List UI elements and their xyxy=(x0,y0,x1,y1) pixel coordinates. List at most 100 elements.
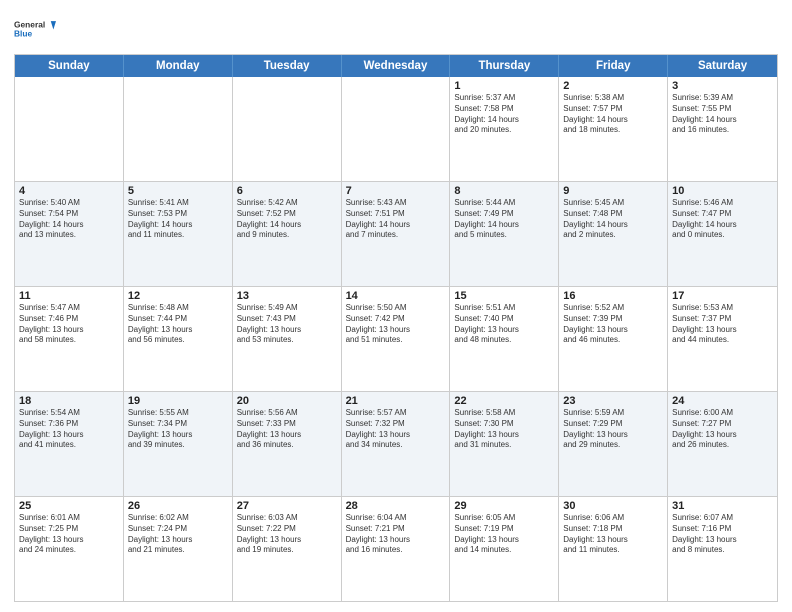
day-info: Sunrise: 6:01 AM Sunset: 7:25 PM Dayligh… xyxy=(19,513,119,556)
header-day-sunday: Sunday xyxy=(15,55,124,77)
header-day-saturday: Saturday xyxy=(668,55,777,77)
day-number: 10 xyxy=(672,185,773,197)
day-info: Sunrise: 6:06 AM Sunset: 7:18 PM Dayligh… xyxy=(563,513,663,556)
day-cell-w1-d6: 10Sunrise: 5:46 AM Sunset: 7:47 PM Dayli… xyxy=(668,182,777,286)
day-number: 7 xyxy=(346,185,446,197)
calendar-header: SundayMondayTuesdayWednesdayThursdayFrid… xyxy=(15,55,777,77)
day-cell-w0-d6: 3Sunrise: 5:39 AM Sunset: 7:55 PM Daylig… xyxy=(668,77,777,181)
day-cell-w2-d5: 16Sunrise: 5:52 AM Sunset: 7:39 PM Dayli… xyxy=(559,287,668,391)
day-number: 1 xyxy=(454,80,554,92)
day-number: 27 xyxy=(237,500,337,512)
day-info: Sunrise: 6:00 AM Sunset: 7:27 PM Dayligh… xyxy=(672,408,773,451)
day-number: 30 xyxy=(563,500,663,512)
day-info: Sunrise: 5:39 AM Sunset: 7:55 PM Dayligh… xyxy=(672,93,773,136)
day-info: Sunrise: 6:07 AM Sunset: 7:16 PM Dayligh… xyxy=(672,513,773,556)
day-cell-w2-d0: 11Sunrise: 5:47 AM Sunset: 7:46 PM Dayli… xyxy=(15,287,124,391)
day-number: 4 xyxy=(19,185,119,197)
day-info: Sunrise: 5:44 AM Sunset: 7:49 PM Dayligh… xyxy=(454,198,554,241)
day-info: Sunrise: 5:43 AM Sunset: 7:51 PM Dayligh… xyxy=(346,198,446,241)
day-number: 8 xyxy=(454,185,554,197)
day-info: Sunrise: 5:37 AM Sunset: 7:58 PM Dayligh… xyxy=(454,93,554,136)
day-cell-w1-d4: 8Sunrise: 5:44 AM Sunset: 7:49 PM Daylig… xyxy=(450,182,559,286)
logo: General Blue xyxy=(14,10,56,48)
day-info: Sunrise: 5:51 AM Sunset: 7:40 PM Dayligh… xyxy=(454,303,554,346)
logo-svg: General Blue xyxy=(14,10,56,48)
day-number: 18 xyxy=(19,395,119,407)
day-number: 21 xyxy=(346,395,446,407)
day-cell-w4-d4: 29Sunrise: 6:05 AM Sunset: 7:19 PM Dayli… xyxy=(450,497,559,601)
day-cell-w4-d6: 31Sunrise: 6:07 AM Sunset: 7:16 PM Dayli… xyxy=(668,497,777,601)
day-number: 31 xyxy=(672,500,773,512)
day-number: 13 xyxy=(237,290,337,302)
day-number: 17 xyxy=(672,290,773,302)
day-number: 20 xyxy=(237,395,337,407)
day-number: 23 xyxy=(563,395,663,407)
day-cell-w0-d0 xyxy=(15,77,124,181)
day-cell-w1-d3: 7Sunrise: 5:43 AM Sunset: 7:51 PM Daylig… xyxy=(342,182,451,286)
day-number: 26 xyxy=(128,500,228,512)
week-2: 4Sunrise: 5:40 AM Sunset: 7:54 PM Daylig… xyxy=(15,182,777,287)
day-info: Sunrise: 5:42 AM Sunset: 7:52 PM Dayligh… xyxy=(237,198,337,241)
day-cell-w3-d3: 21Sunrise: 5:57 AM Sunset: 7:32 PM Dayli… xyxy=(342,392,451,496)
day-number: 28 xyxy=(346,500,446,512)
day-info: Sunrise: 5:58 AM Sunset: 7:30 PM Dayligh… xyxy=(454,408,554,451)
day-info: Sunrise: 5:56 AM Sunset: 7:33 PM Dayligh… xyxy=(237,408,337,451)
day-cell-w1-d5: 9Sunrise: 5:45 AM Sunset: 7:48 PM Daylig… xyxy=(559,182,668,286)
day-cell-w0-d4: 1Sunrise: 5:37 AM Sunset: 7:58 PM Daylig… xyxy=(450,77,559,181)
day-number: 29 xyxy=(454,500,554,512)
week-3: 11Sunrise: 5:47 AM Sunset: 7:46 PM Dayli… xyxy=(15,287,777,392)
day-cell-w1-d1: 5Sunrise: 5:41 AM Sunset: 7:53 PM Daylig… xyxy=(124,182,233,286)
day-info: Sunrise: 5:40 AM Sunset: 7:54 PM Dayligh… xyxy=(19,198,119,241)
day-cell-w2-d6: 17Sunrise: 5:53 AM Sunset: 7:37 PM Dayli… xyxy=(668,287,777,391)
day-cell-w4-d5: 30Sunrise: 6:06 AM Sunset: 7:18 PM Dayli… xyxy=(559,497,668,601)
day-info: Sunrise: 5:53 AM Sunset: 7:37 PM Dayligh… xyxy=(672,303,773,346)
week-4: 18Sunrise: 5:54 AM Sunset: 7:36 PM Dayli… xyxy=(15,392,777,497)
day-info: Sunrise: 5:54 AM Sunset: 7:36 PM Dayligh… xyxy=(19,408,119,451)
day-cell-w3-d6: 24Sunrise: 6:00 AM Sunset: 7:27 PM Dayli… xyxy=(668,392,777,496)
day-cell-w0-d1 xyxy=(124,77,233,181)
day-number: 5 xyxy=(128,185,228,197)
header-day-wednesday: Wednesday xyxy=(342,55,451,77)
day-cell-w0-d5: 2Sunrise: 5:38 AM Sunset: 7:57 PM Daylig… xyxy=(559,77,668,181)
header-day-tuesday: Tuesday xyxy=(233,55,342,77)
day-cell-w3-d4: 22Sunrise: 5:58 AM Sunset: 7:30 PM Dayli… xyxy=(450,392,559,496)
day-info: Sunrise: 5:55 AM Sunset: 7:34 PM Dayligh… xyxy=(128,408,228,451)
day-info: Sunrise: 5:50 AM Sunset: 7:42 PM Dayligh… xyxy=(346,303,446,346)
day-info: Sunrise: 5:47 AM Sunset: 7:46 PM Dayligh… xyxy=(19,303,119,346)
day-cell-w2-d1: 12Sunrise: 5:48 AM Sunset: 7:44 PM Dayli… xyxy=(124,287,233,391)
day-number: 16 xyxy=(563,290,663,302)
day-info: Sunrise: 5:48 AM Sunset: 7:44 PM Dayligh… xyxy=(128,303,228,346)
week-1: 1Sunrise: 5:37 AM Sunset: 7:58 PM Daylig… xyxy=(15,77,777,182)
day-cell-w1-d2: 6Sunrise: 5:42 AM Sunset: 7:52 PM Daylig… xyxy=(233,182,342,286)
day-number: 25 xyxy=(19,500,119,512)
day-info: Sunrise: 5:45 AM Sunset: 7:48 PM Dayligh… xyxy=(563,198,663,241)
day-cell-w0-d3 xyxy=(342,77,451,181)
day-cell-w3-d0: 18Sunrise: 5:54 AM Sunset: 7:36 PM Dayli… xyxy=(15,392,124,496)
day-cell-w2-d3: 14Sunrise: 5:50 AM Sunset: 7:42 PM Dayli… xyxy=(342,287,451,391)
day-cell-w0-d2 xyxy=(233,77,342,181)
day-info: Sunrise: 5:52 AM Sunset: 7:39 PM Dayligh… xyxy=(563,303,663,346)
day-cell-w2-d4: 15Sunrise: 5:51 AM Sunset: 7:40 PM Dayli… xyxy=(450,287,559,391)
day-number: 15 xyxy=(454,290,554,302)
day-number: 2 xyxy=(563,80,663,92)
page: General Blue SundayMondayTuesdayWednesda… xyxy=(0,0,792,612)
day-number: 24 xyxy=(672,395,773,407)
day-number: 11 xyxy=(19,290,119,302)
day-cell-w4-d2: 27Sunrise: 6:03 AM Sunset: 7:22 PM Dayli… xyxy=(233,497,342,601)
day-number: 22 xyxy=(454,395,554,407)
header-day-thursday: Thursday xyxy=(450,55,559,77)
day-cell-w3-d1: 19Sunrise: 5:55 AM Sunset: 7:34 PM Dayli… xyxy=(124,392,233,496)
day-number: 9 xyxy=(563,185,663,197)
calendar-body: 1Sunrise: 5:37 AM Sunset: 7:58 PM Daylig… xyxy=(15,77,777,601)
day-info: Sunrise: 5:57 AM Sunset: 7:32 PM Dayligh… xyxy=(346,408,446,451)
day-cell-w1-d0: 4Sunrise: 5:40 AM Sunset: 7:54 PM Daylig… xyxy=(15,182,124,286)
day-info: Sunrise: 5:38 AM Sunset: 7:57 PM Dayligh… xyxy=(563,93,663,136)
day-info: Sunrise: 6:03 AM Sunset: 7:22 PM Dayligh… xyxy=(237,513,337,556)
week-5: 25Sunrise: 6:01 AM Sunset: 7:25 PM Dayli… xyxy=(15,497,777,601)
day-cell-w2-d2: 13Sunrise: 5:49 AM Sunset: 7:43 PM Dayli… xyxy=(233,287,342,391)
day-number: 3 xyxy=(672,80,773,92)
day-cell-w4-d3: 28Sunrise: 6:04 AM Sunset: 7:21 PM Dayli… xyxy=(342,497,451,601)
day-info: Sunrise: 5:46 AM Sunset: 7:47 PM Dayligh… xyxy=(672,198,773,241)
header-day-monday: Monday xyxy=(124,55,233,77)
day-cell-w4-d0: 25Sunrise: 6:01 AM Sunset: 7:25 PM Dayli… xyxy=(15,497,124,601)
